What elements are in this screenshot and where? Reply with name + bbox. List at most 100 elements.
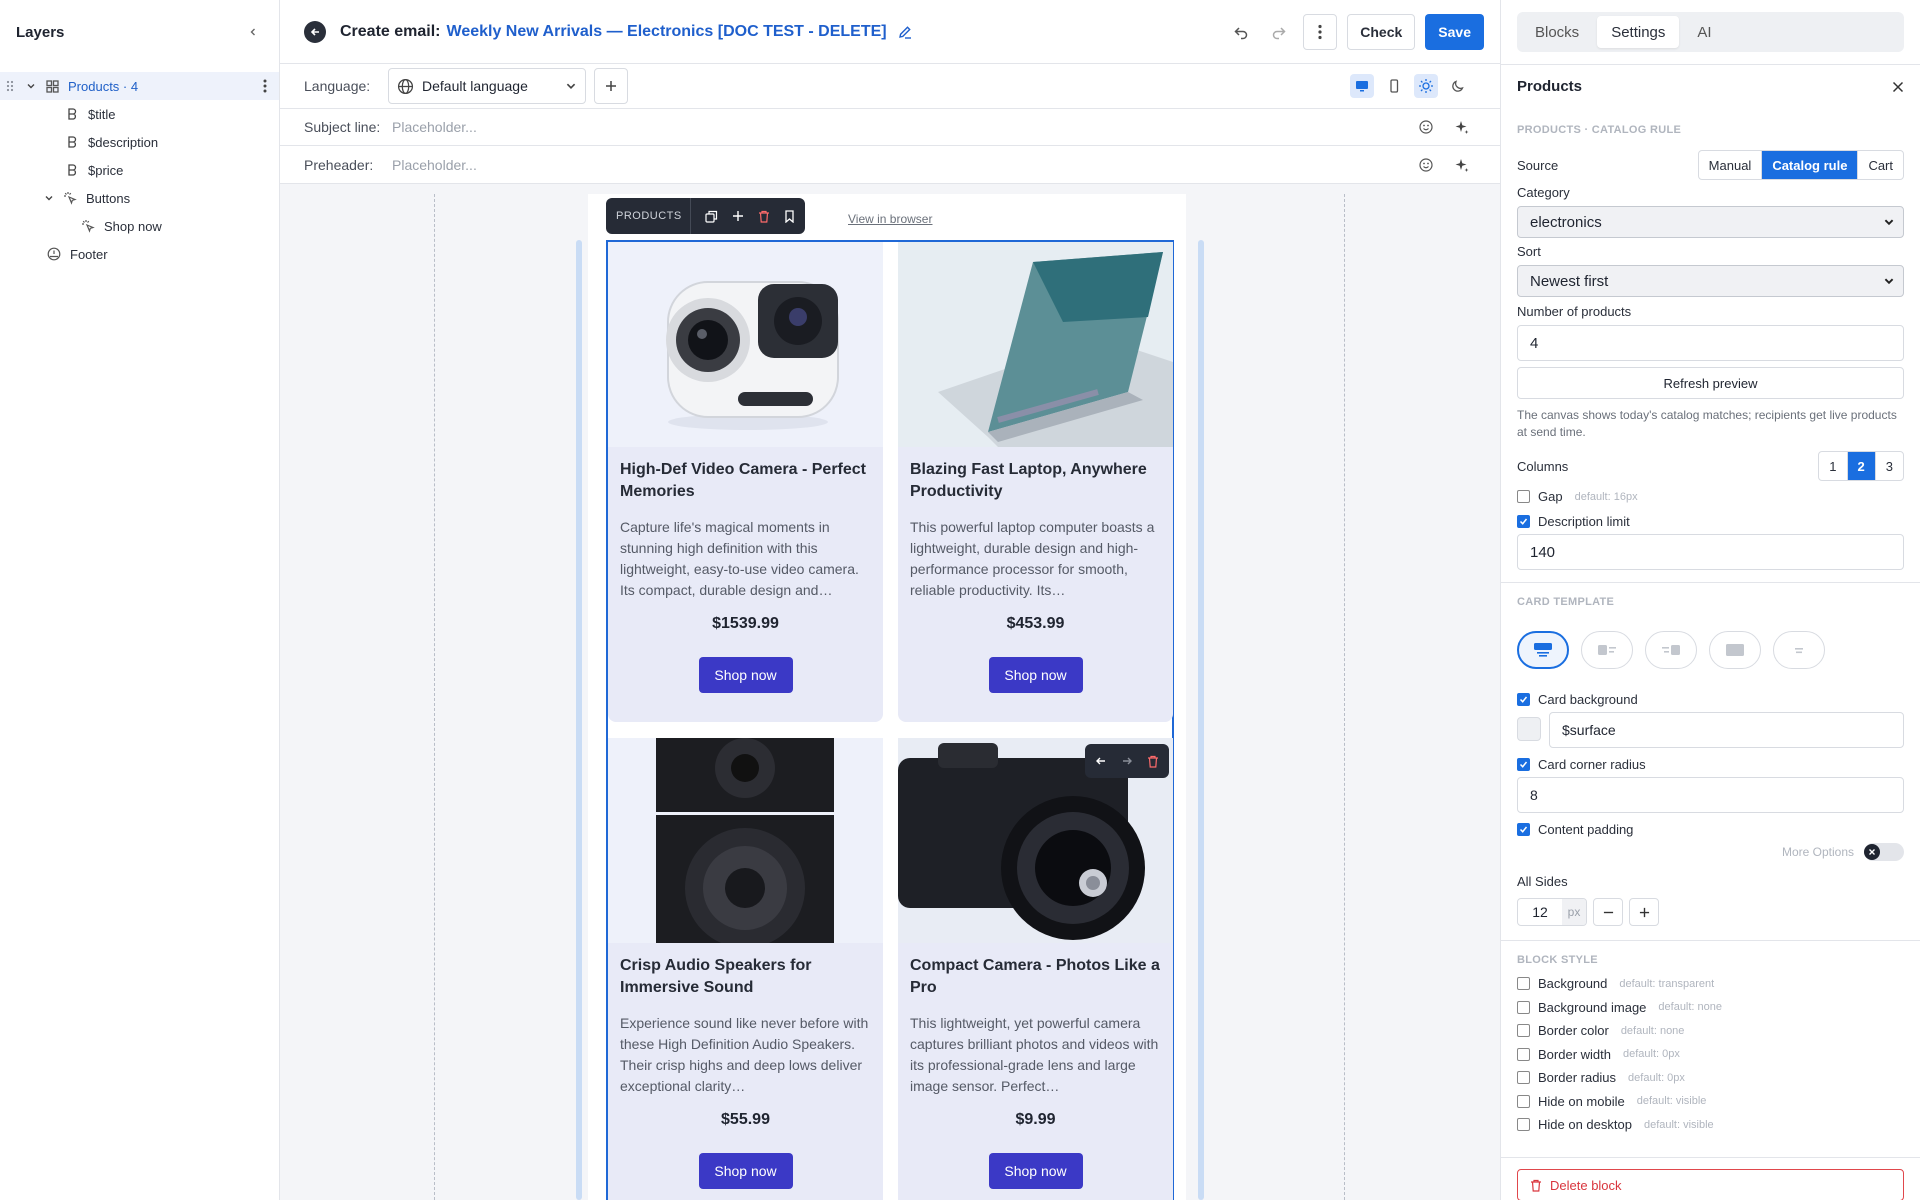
product-card[interactable]: High-Def Video Camera - Perfect Memories… bbox=[608, 242, 883, 722]
preheader-input[interactable]: Placeholder... bbox=[388, 157, 1500, 173]
product-image-video-camera[interactable] bbox=[608, 242, 883, 447]
block-resize-handle[interactable] bbox=[576, 240, 582, 1200]
edit-pencil-icon[interactable] bbox=[897, 24, 913, 40]
undo-icon[interactable] bbox=[1227, 18, 1255, 46]
block-style-checkbox[interactable] bbox=[1517, 1024, 1530, 1037]
redo-icon[interactable] bbox=[1265, 18, 1293, 46]
canvas-guide bbox=[434, 194, 435, 1200]
check-button[interactable]: Check bbox=[1347, 14, 1416, 50]
block-style-checkbox[interactable] bbox=[1517, 1094, 1530, 1108]
add-language-button[interactable] bbox=[594, 68, 628, 104]
template-image-top-icon[interactable] bbox=[1517, 631, 1569, 669]
layer-item-products[interactable]: Products · 4 bbox=[0, 72, 279, 100]
view-in-browser-link[interactable]: View in browser bbox=[848, 212, 932, 226]
chevron-down-icon[interactable] bbox=[42, 191, 56, 205]
shop-now-button[interactable]: Shop now bbox=[988, 1153, 1083, 1189]
product-card[interactable]: Blazing Fast Laptop, Anywhere Productivi… bbox=[898, 242, 1173, 722]
delete-icon[interactable] bbox=[1147, 755, 1159, 768]
columns-1[interactable]: 1 bbox=[1819, 452, 1848, 480]
template-text-only-icon[interactable] bbox=[1773, 631, 1825, 669]
product-image-compact-camera[interactable] bbox=[898, 738, 1173, 943]
arrow-right-icon[interactable] bbox=[1121, 755, 1133, 767]
sort-select[interactable]: Newest first bbox=[1517, 265, 1904, 297]
light-mode-icon[interactable] bbox=[1414, 74, 1438, 98]
increment-button[interactable] bbox=[1629, 898, 1659, 926]
chevron-down-icon[interactable] bbox=[24, 79, 38, 93]
layer-item-price[interactable]: $price bbox=[0, 156, 279, 184]
layer-item-title[interactable]: $title bbox=[0, 100, 279, 128]
tab-settings[interactable]: Settings bbox=[1597, 16, 1680, 48]
duplicate-icon[interactable] bbox=[705, 210, 718, 223]
layers-title: Layers bbox=[16, 23, 65, 41]
delete-block-button[interactable]: Delete block bbox=[1517, 1169, 1904, 1200]
more-options-button[interactable] bbox=[1303, 14, 1338, 50]
layer-item-footer[interactable]: Footer bbox=[0, 240, 279, 268]
shop-now-button[interactable]: Shop now bbox=[698, 657, 793, 693]
card-radius-checkbox[interactable] bbox=[1517, 758, 1530, 771]
source-manual[interactable]: Manual bbox=[1699, 151, 1763, 179]
refresh-preview-button[interactable]: Refresh preview bbox=[1517, 367, 1904, 399]
layer-item-shop-now[interactable]: Shop now bbox=[0, 212, 279, 240]
gap-checkbox[interactable] bbox=[1517, 490, 1530, 503]
block-style-checkbox[interactable] bbox=[1517, 1047, 1530, 1061]
columns-2[interactable]: 2 bbox=[1847, 452, 1876, 480]
ai-sparkle-icon[interactable] bbox=[1454, 119, 1470, 135]
tab-blocks[interactable]: Blocks bbox=[1521, 16, 1593, 48]
close-icon[interactable] bbox=[1892, 81, 1904, 93]
language-row: Language: Default language bbox=[280, 64, 1500, 109]
desktop-view-icon[interactable] bbox=[1350, 74, 1374, 98]
tab-ai[interactable]: AI bbox=[1683, 16, 1725, 48]
category-field: Category electronics bbox=[1501, 184, 1920, 238]
globe-icon bbox=[397, 78, 414, 95]
block-style-checkbox[interactable] bbox=[1517, 1000, 1530, 1014]
block-resize-handle[interactable] bbox=[1198, 240, 1204, 1200]
block-style-checkbox[interactable] bbox=[1517, 977, 1530, 990]
product-image-laptop[interactable] bbox=[898, 242, 1173, 447]
delete-icon[interactable] bbox=[758, 210, 770, 223]
desc-limit-checkbox[interactable] bbox=[1517, 515, 1530, 528]
all-sides-input[interactable]: 12 bbox=[1518, 899, 1562, 925]
layer-item-description[interactable]: $description bbox=[0, 128, 279, 156]
shop-now-button[interactable]: Shop now bbox=[988, 657, 1083, 693]
more-options-toggle[interactable] bbox=[1864, 843, 1904, 861]
subject-input[interactable]: Placeholder... bbox=[388, 119, 1500, 135]
emoji-icon[interactable] bbox=[1418, 157, 1434, 173]
color-swatch[interactable] bbox=[1517, 717, 1541, 741]
template-image-right-icon[interactable] bbox=[1645, 631, 1697, 669]
arrow-left-icon[interactable] bbox=[1095, 755, 1107, 767]
language-select[interactable]: Default language bbox=[388, 68, 586, 104]
decrement-button[interactable] bbox=[1593, 898, 1623, 926]
products-block[interactable]: High-Def Video Camera - Perfect Memories… bbox=[606, 240, 1174, 1200]
content-padding-checkbox[interactable] bbox=[1517, 823, 1530, 836]
template-image-only-icon[interactable] bbox=[1709, 631, 1761, 669]
layer-item-buttons[interactable]: Buttons bbox=[0, 184, 279, 212]
block-style-checkbox[interactable] bbox=[1517, 1118, 1530, 1131]
drag-handle-icon[interactable] bbox=[6, 80, 14, 92]
dark-mode-icon[interactable] bbox=[1446, 74, 1470, 98]
product-card[interactable]: Compact Camera - Photos Like a Pro This … bbox=[898, 738, 1173, 1200]
source-cart[interactable]: Cart bbox=[1858, 151, 1903, 179]
card-radius-input[interactable]: 8 bbox=[1517, 777, 1904, 813]
ai-sparkle-icon[interactable] bbox=[1454, 157, 1470, 173]
back-arrow-icon[interactable] bbox=[304, 20, 326, 43]
save-button[interactable]: Save bbox=[1425, 14, 1484, 50]
columns-3[interactable]: 3 bbox=[1876, 452, 1903, 480]
card-bg-checkbox[interactable] bbox=[1517, 693, 1530, 706]
collapse-panel-icon[interactable] bbox=[243, 22, 263, 42]
shop-now-button[interactable]: Shop now bbox=[698, 1153, 793, 1189]
category-select[interactable]: electronics bbox=[1517, 206, 1904, 238]
block-style-checkbox[interactable] bbox=[1517, 1071, 1530, 1084]
card-bg-input[interactable]: $surface bbox=[1549, 712, 1904, 748]
bookmark-icon[interactable] bbox=[784, 209, 795, 223]
desc-limit-input[interactable]: 140 bbox=[1517, 534, 1904, 570]
add-icon[interactable] bbox=[732, 210, 744, 222]
more-vertical-icon[interactable] bbox=[263, 79, 267, 93]
source-catalog-rule[interactable]: Catalog rule bbox=[1762, 151, 1859, 179]
emoji-icon[interactable] bbox=[1418, 119, 1434, 135]
count-input[interactable]: 4 bbox=[1517, 325, 1904, 361]
product-card[interactable]: Crisp Audio Speakers for Immersive Sound… bbox=[608, 738, 883, 1200]
email-name[interactable]: Weekly New Arrivals — Electronics [DOC T… bbox=[447, 23, 887, 41]
mobile-view-icon[interactable] bbox=[1382, 74, 1406, 98]
template-image-left-icon[interactable] bbox=[1581, 631, 1633, 669]
product-image-speakers[interactable] bbox=[608, 738, 883, 943]
